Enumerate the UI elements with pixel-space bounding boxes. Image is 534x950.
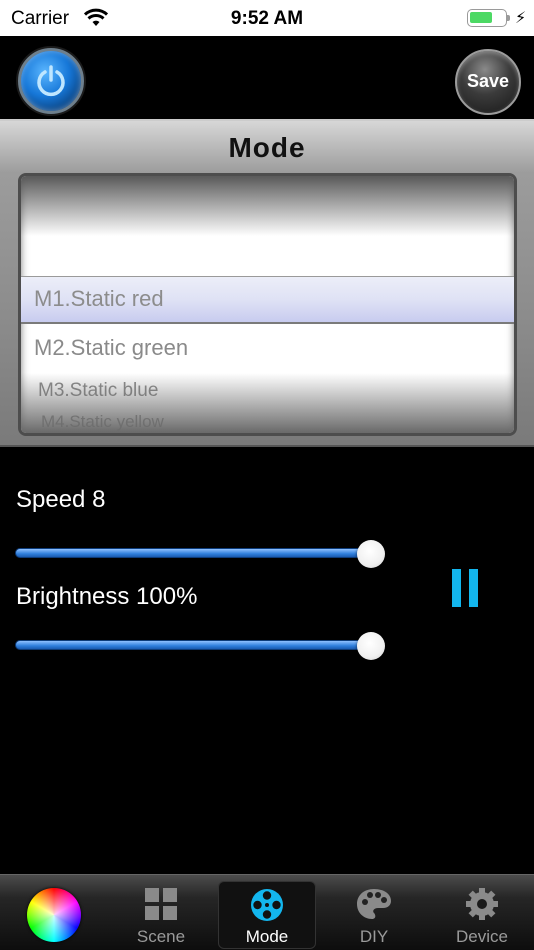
charging-bolt-icon: ⚡ bbox=[515, 10, 527, 27]
tab-diy-label: DIY bbox=[359, 927, 389, 946]
picker-item-m1[interactable]: M1.Static red bbox=[34, 286, 164, 312]
speed-slider-thumb[interactable] bbox=[357, 540, 385, 568]
battery-icon bbox=[467, 9, 507, 27]
speed-label: Speed 8 bbox=[16, 486, 106, 513]
speed-slider-track[interactable] bbox=[15, 548, 373, 558]
status-bar: Carrier 9:52 AM ⚡ bbox=[0, 0, 534, 36]
picker-item-m3[interactable]: M3.Static blue bbox=[38, 380, 158, 402]
tab-bar: Scene Mode DIY Device bbox=[0, 874, 534, 950]
picker-item-m4[interactable]: M4.Static yellow bbox=[41, 412, 164, 432]
mode-picker[interactable]: M1.Static red M2.Static green M3.Static … bbox=[18, 173, 517, 436]
power-icon bbox=[37, 65, 65, 97]
brightness-label: Brightness 100% bbox=[16, 583, 198, 610]
mode-panel: Mode M1.Static red M2.Static green M3.St… bbox=[0, 119, 534, 447]
battery-tip bbox=[507, 15, 510, 21]
tab-scene-label: Scene bbox=[136, 927, 186, 946]
gear-icon bbox=[466, 888, 498, 920]
clock: 9:52 AM bbox=[230, 8, 304, 29]
picker-item-m2[interactable]: M2.Static green bbox=[34, 335, 188, 361]
save-label: Save bbox=[466, 71, 510, 91]
save-button[interactable]: Save bbox=[455, 49, 521, 115]
tab-mode-label: Mode bbox=[245, 927, 289, 946]
tab-mode[interactable]: Mode bbox=[218, 881, 316, 949]
grid-icon bbox=[145, 888, 177, 920]
brightness-slider-track[interactable] bbox=[15, 640, 373, 650]
tab-scene[interactable]: Scene bbox=[108, 875, 214, 950]
color-wheel-icon bbox=[27, 888, 81, 942]
pause-icon bbox=[452, 569, 461, 607]
palette-icon bbox=[357, 889, 391, 919]
mode-title: Mode bbox=[228, 132, 306, 163]
tab-diy[interactable]: DIY bbox=[322, 875, 426, 950]
pause-button[interactable] bbox=[449, 569, 483, 609]
power-button[interactable] bbox=[18, 48, 84, 114]
brightness-slider-thumb[interactable] bbox=[357, 632, 385, 660]
tab-device[interactable]: Device bbox=[430, 875, 534, 950]
tab-color-wheel[interactable] bbox=[0, 875, 108, 950]
film-reel-icon bbox=[251, 889, 283, 921]
tab-device-label: Device bbox=[456, 927, 508, 946]
pause-icon-bar bbox=[469, 569, 478, 607]
